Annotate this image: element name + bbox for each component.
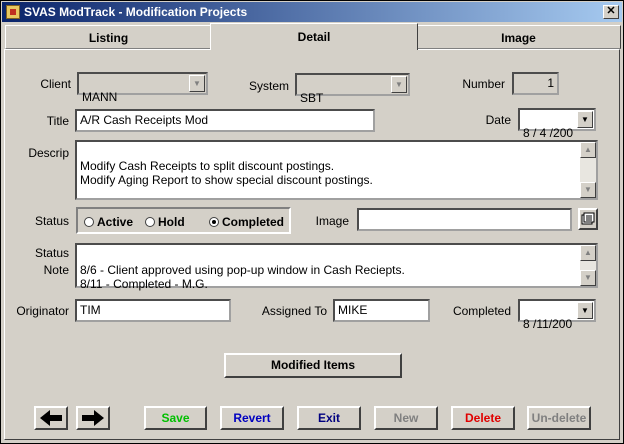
undelete-button[interactable]: Un-delete — [527, 406, 591, 430]
save-button[interactable]: Save — [144, 406, 207, 430]
date-picker[interactable]: 8 / 4 /200 ▼ — [518, 108, 596, 140]
descrip-textarea[interactable]: Modify Cash Receipts to split discount p… — [75, 140, 598, 200]
system-select[interactable]: SBT ▼ — [295, 73, 410, 105]
date-label: Date — [485, 113, 511, 127]
next-record-button[interactable] — [76, 406, 110, 430]
status-radio-completed[interactable]: Completed — [209, 215, 284, 229]
descrip-label: Descrip — [28, 146, 69, 160]
system-value: SBT — [300, 91, 324, 105]
scroll-up-icon[interactable]: ▲ — [580, 245, 596, 261]
app-icon — [6, 5, 20, 19]
status-radio-active[interactable]: Active — [84, 215, 133, 229]
status-note-label-1: Status — [34, 246, 69, 260]
chevron-down-icon: ▼ — [189, 75, 205, 92]
completed-date-picker[interactable]: 8 /11/200 ▼ — [518, 299, 596, 331]
originator-label: Originator — [16, 304, 69, 318]
radio-label: Hold — [158, 215, 185, 229]
radio-icon — [84, 217, 94, 227]
assigned-to-label: Assigned To — [261, 304, 327, 318]
browse-button[interactable] — [578, 208, 598, 230]
app-window: SVAS ModTrack - Modification Projects ✕ … — [0, 0, 624, 444]
number-field: 1 — [512, 72, 559, 95]
scroll-up-icon[interactable]: ▲ — [580, 142, 596, 158]
status-note-text: 8/6 - Client approved using pop-up windo… — [80, 263, 405, 291]
revert-button[interactable]: Revert — [220, 406, 284, 430]
status-note-label-2: Note — [43, 263, 69, 277]
client-select[interactable]: MANN ▼ — [77, 72, 208, 104]
status-label: Status — [34, 214, 69, 228]
right-arrow-icon — [82, 410, 104, 426]
descrip-scrollbar[interactable]: ▲ ▼ — [580, 142, 596, 198]
originator-input[interactable]: TIM — [75, 299, 231, 322]
tab-listing[interactable]: Listing — [5, 25, 212, 49]
status-note-scrollbar[interactable]: ▲ ▼ — [580, 245, 596, 286]
delete-button[interactable]: Delete — [451, 406, 515, 430]
status-note-textarea[interactable]: 8/6 - Client approved using pop-up windo… — [75, 243, 598, 291]
status-radio-hold[interactable]: Hold — [145, 215, 185, 229]
tab-image[interactable]: Image — [416, 25, 621, 49]
chevron-down-icon[interactable]: ▼ — [577, 302, 593, 319]
modified-items-button[interactable]: Modified Items — [224, 353, 402, 378]
status-radio-group: Active Hold Completed — [76, 207, 291, 234]
chevron-down-icon[interactable]: ▼ — [577, 111, 593, 128]
radio-selected-icon — [209, 217, 219, 227]
prev-record-button[interactable] — [34, 406, 68, 430]
system-label: System — [248, 79, 289, 93]
scroll-down-icon[interactable]: ▼ — [580, 182, 596, 198]
completed-date-value: 8 /11/200 — [523, 317, 573, 331]
browse-file-icon — [581, 212, 595, 225]
client-label: Client — [40, 77, 71, 91]
image-input[interactable] — [357, 208, 572, 231]
title-bar: SVAS ModTrack - Modification Projects ✕ — [2, 2, 622, 22]
radio-label: Completed — [222, 215, 285, 229]
radio-label: Active — [97, 215, 134, 229]
assigned-to-input[interactable]: MIKE — [333, 299, 430, 322]
image-label: Image — [315, 214, 349, 228]
close-button[interactable]: ✕ — [603, 5, 619, 19]
scroll-down-icon[interactable]: ▼ — [580, 270, 596, 286]
new-button[interactable]: New — [374, 406, 438, 430]
title-label: Title — [46, 114, 69, 128]
client-value: MANN — [82, 90, 118, 104]
radio-icon — [145, 217, 155, 227]
tab-detail[interactable]: Detail — [210, 23, 418, 50]
completed-label: Completed — [452, 304, 511, 318]
date-value: 8 / 4 /200 — [523, 126, 574, 140]
window-title: SVAS ModTrack - Modification Projects — [24, 5, 248, 19]
chevron-down-icon: ▼ — [391, 76, 407, 93]
number-label: Number — [462, 77, 505, 91]
title-input[interactable]: A/R Cash Receipts Mod — [75, 109, 375, 132]
left-arrow-icon — [40, 410, 62, 426]
exit-button[interactable]: Exit — [297, 406, 361, 430]
descrip-text: Modify Cash Receipts to split discount p… — [80, 159, 373, 187]
